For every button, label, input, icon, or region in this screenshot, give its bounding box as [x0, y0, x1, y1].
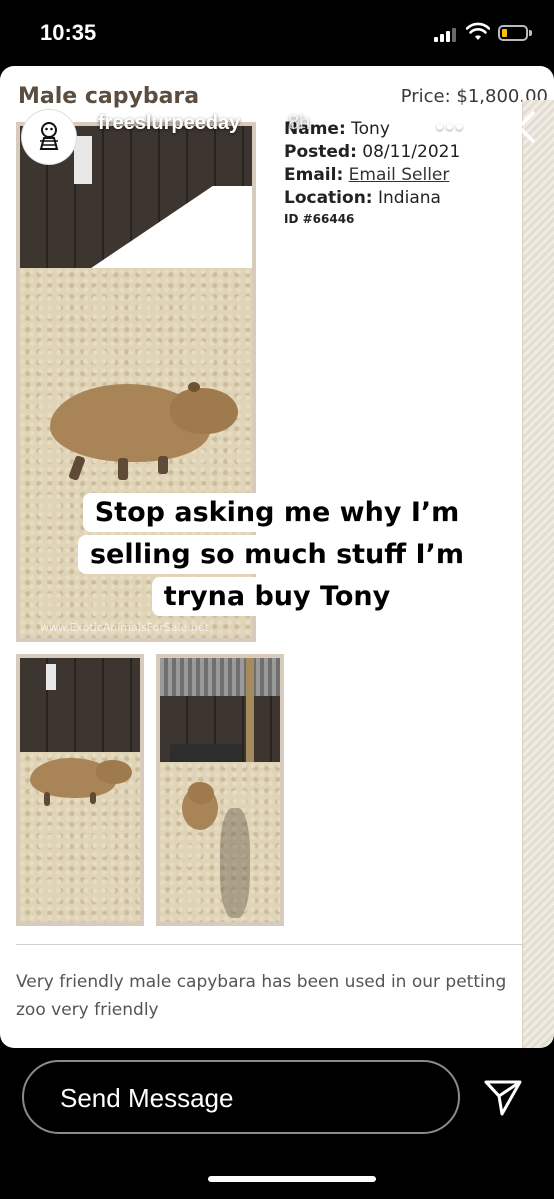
more-dots-icon[interactable]: ••• [436, 114, 466, 139]
name-value: Tony [351, 119, 390, 139]
email-seller-link[interactable]: Email Seller [349, 165, 450, 185]
send-message-placeholder: Send Message [60, 1083, 234, 1113]
status-bar: 10:35 [0, 0, 554, 62]
photo-watermark: www.ExoticAnimalsForSale.net [40, 621, 209, 634]
avatar-illustration-icon [39, 122, 59, 150]
story-username[interactable]: freeslurpeeday [98, 112, 240, 135]
page-margin-pattern [522, 100, 554, 1048]
posted-value: 08/11/2021 [362, 142, 461, 162]
caption-line-2: selling so much stuff I’m [77, 535, 476, 574]
location-value: Indiana [378, 188, 441, 208]
story-progress-bar [28, 78, 527, 81]
status-time: 10:35 [40, 20, 97, 45]
listing-details: Name: Tony Posted: 08/11/2021 Email: Ema… [284, 118, 460, 228]
posted-label: Posted: [284, 142, 357, 162]
story-caption: Stop asking me why I’m selling so much s… [70, 492, 484, 618]
battery-low-icon [498, 25, 532, 41]
capybara-photo-thumb-2[interactable] [156, 654, 284, 926]
email-label: Email: [284, 165, 344, 185]
close-icon[interactable] [498, 106, 540, 148]
listing-description: Very friendly male capybara has been use… [16, 972, 507, 1020]
listing-title: Male capybara [18, 84, 200, 109]
wifi-icon [466, 22, 490, 40]
story-timestamp: 8h [288, 112, 311, 134]
caption-line-1: Stop asking me why I’m [82, 493, 472, 532]
listing-divider [16, 944, 522, 945]
capybara-photo-thumb-1[interactable] [16, 654, 144, 926]
cellular-signal-icon [434, 26, 460, 42]
user-avatar[interactable] [22, 110, 76, 164]
caption-line-3: tryna buy Tony [151, 577, 403, 616]
story-card[interactable]: Male capybara Price: $1,800.00 Name: Ton… [0, 66, 554, 1048]
location-label: Location: [284, 188, 373, 208]
home-indicator[interactable] [208, 1176, 376, 1182]
send-message-input[interactable]: Send Message [22, 1060, 460, 1134]
paper-plane-icon[interactable] [482, 1076, 524, 1118]
listing-id: ID #66446 [284, 212, 355, 226]
